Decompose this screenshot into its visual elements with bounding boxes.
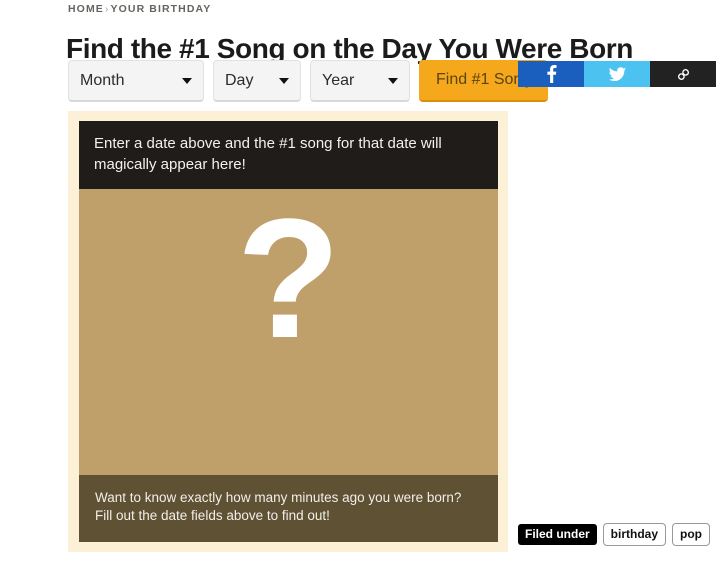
link-icon [677, 68, 689, 80]
year-select-label: Year [322, 71, 355, 89]
result-card-footer: Want to know exactly how many minutes ag… [79, 474, 498, 542]
result-card-frame: Enter a date above and the #1 song for t… [68, 111, 508, 552]
breadcrumb-current[interactable]: YOUR BIRTHDAY [111, 3, 212, 15]
breadcrumb-home[interactable]: HOME [68, 3, 104, 15]
filed-under: Filed under birthday pop [518, 523, 711, 546]
question-mark-icon: ? [236, 184, 341, 375]
day-select[interactable]: Day [213, 60, 301, 102]
page-root: HOME›YOUR BIRTHDAY Find the #1 Song on t… [0, 0, 728, 566]
month-select[interactable]: Month [68, 60, 204, 102]
breadcrumb-separator: › [104, 3, 110, 15]
year-select[interactable]: Year [310, 60, 410, 102]
twitter-icon [608, 66, 626, 81]
result-card-header: Enter a date above and the #1 song for t… [79, 121, 498, 190]
share-link-button[interactable] [650, 61, 716, 87]
month-select-label: Month [80, 71, 125, 89]
result-card: Enter a date above and the #1 song for t… [79, 121, 498, 542]
share-twitter-button[interactable] [584, 61, 650, 87]
share-buttons [518, 61, 716, 87]
chevron-down-icon [388, 77, 398, 84]
chevron-down-icon [279, 77, 289, 84]
day-select-label: Day [225, 71, 254, 89]
tag-pop[interactable]: pop [672, 523, 711, 546]
chevron-down-icon [182, 77, 192, 84]
breadcrumb: HOME›YOUR BIRTHDAY [68, 3, 211, 15]
share-facebook-button[interactable] [518, 61, 584, 87]
result-card-body: ? [79, 184, 498, 486]
filed-under-label: Filed under [518, 524, 597, 545]
placeholder-graphic: ? [79, 184, 498, 375]
tag-birthday[interactable]: birthday [602, 523, 667, 546]
facebook-icon [546, 65, 556, 83]
date-form: Month Day Year Find #1 Song [68, 60, 549, 102]
